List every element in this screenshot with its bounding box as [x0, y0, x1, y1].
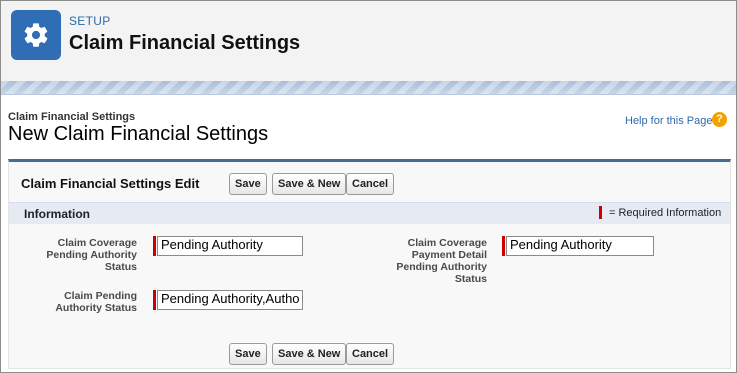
label-line: Payment Detail [411, 249, 487, 261]
coverage-pending-label: Claim Coverage Pending Authority Status [21, 237, 137, 273]
required-marker [502, 236, 505, 256]
cancel-button-top[interactable]: Cancel [346, 173, 395, 195]
payment-detail-pending-input[interactable]: Pending Authority [506, 236, 654, 256]
required-marker [153, 290, 156, 310]
page-title: New Claim Financial Settings [8, 123, 269, 145]
page-frame: SETUP Claim Financial Settings Claim Fin… [0, 0, 737, 373]
information-section-header: Information = Required Information [9, 202, 730, 224]
setup-title: Claim Financial Settings [69, 32, 301, 54]
section-title: Information [24, 207, 90, 221]
decorative-band [1, 81, 736, 95]
edit-block-title: Claim Financial Settings Edit [21, 176, 200, 191]
save-new-button-top[interactable]: Save & New [272, 173, 347, 195]
label-line: Pending Authority [396, 261, 487, 273]
setup-eyebrow: SETUP [69, 14, 111, 28]
help-link[interactable]: Help for this Page [625, 115, 712, 127]
claim-pending-label: Claim Pending Authority Status [21, 290, 137, 314]
save-button-top[interactable]: Save [229, 173, 267, 195]
label-line: Pending Authority [46, 249, 137, 261]
label-line: Claim Pending [64, 290, 137, 302]
label-line: Claim Coverage [407, 237, 487, 249]
setup-header: SETUP Claim Financial Settings [1, 1, 736, 81]
label-line: Authority Status [55, 302, 137, 314]
required-note: = Required Information [609, 207, 722, 219]
edit-block: Claim Financial Settings Edit Save Save … [8, 159, 731, 369]
claim-pending-input[interactable]: Pending Authority,Autho [157, 290, 303, 310]
help-icon[interactable]: ? [712, 112, 727, 127]
cancel-button-bottom[interactable]: Cancel [346, 343, 395, 365]
gear-icon [11, 10, 61, 60]
coverage-pending-input[interactable]: Pending Authority [157, 236, 303, 256]
label-line: Status [454, 273, 487, 285]
save-new-button-bottom[interactable]: Save & New [272, 343, 347, 365]
required-marker [153, 236, 156, 256]
label-line: Status [104, 261, 137, 273]
required-indicator [599, 206, 602, 219]
label-line: Claim Coverage [57, 237, 137, 249]
save-button-bottom[interactable]: Save [229, 343, 267, 365]
breadcrumb: Claim Financial Settings [8, 111, 136, 123]
payment-detail-pending-label: Claim Coverage Payment Detail Pending Au… [369, 237, 487, 285]
